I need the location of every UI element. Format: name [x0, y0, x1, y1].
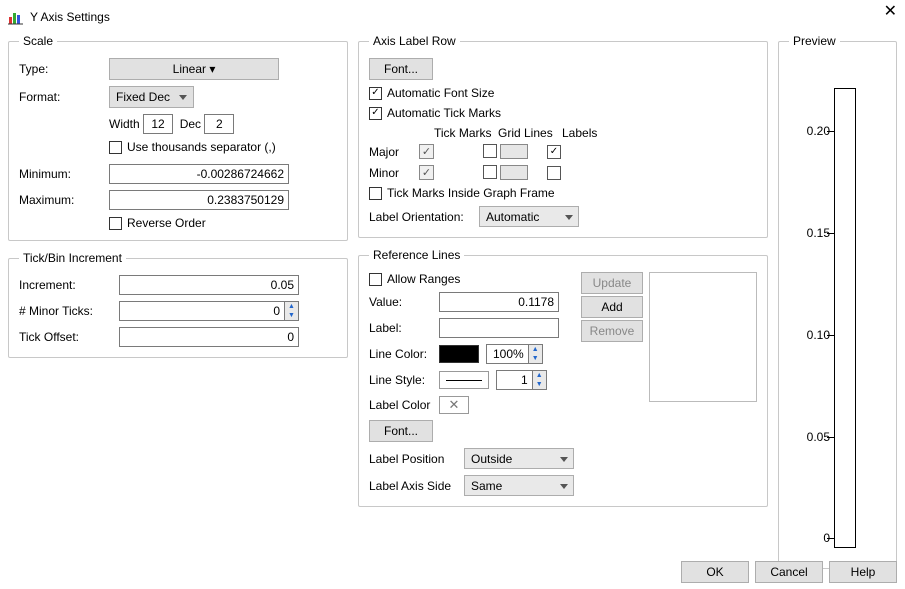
minor-grid-checkbox[interactable] [483, 165, 497, 179]
major-tick-checkbox: ✓ [419, 144, 434, 159]
increment-input[interactable] [119, 275, 299, 295]
minor-grid-style[interactable] [500, 165, 528, 180]
thousands-label: Use thousands separator (,) [127, 140, 276, 154]
help-button[interactable]: Help [829, 561, 897, 583]
minorticks-stepper[interactable]: ▲▼ [119, 301, 299, 321]
linestyle-swatch[interactable] [439, 371, 489, 389]
remove-button[interactable]: Remove [581, 320, 643, 342]
ref-font-button[interactable]: Font... [369, 420, 433, 442]
dec-label: Dec [180, 117, 201, 131]
minimum-input[interactable] [109, 164, 289, 184]
allowranges-label: Allow Ranges [387, 272, 460, 286]
minor-label: Minor [369, 166, 419, 180]
linewidth-stepper[interactable]: ▲▼ [496, 370, 547, 390]
format-label: Format: [19, 90, 109, 104]
axislabelrow-legend: Axis Label Row [369, 34, 460, 48]
tickbin-legend: Tick/Bin Increment [19, 251, 126, 265]
type-label: Type: [19, 62, 109, 76]
reflines-list[interactable] [649, 272, 757, 402]
preview-group: Preview 0.20 0.15 0.10 0.05 0 [778, 34, 897, 569]
dec-input[interactable] [204, 114, 234, 134]
window-title: Y Axis Settings [30, 10, 110, 24]
update-button[interactable]: Update [581, 272, 643, 294]
orientation-select[interactable]: Automatic [479, 206, 579, 227]
labelside-label: Label Axis Side [369, 479, 464, 493]
minor-tick-checkbox: ✓ [419, 165, 434, 180]
reverse-label: Reverse Order [127, 216, 206, 230]
format-select[interactable]: Fixed Dec [109, 86, 194, 108]
axis-font-button[interactable]: Font... [369, 58, 433, 80]
type-select[interactable]: Linear ▾ [109, 58, 279, 80]
linecolor-label: Line Color: [369, 347, 439, 361]
hdr-gridlines: Grid Lines [498, 126, 562, 140]
major-grid-style[interactable] [500, 144, 528, 159]
labelcolor-swatch[interactable]: ✕ [439, 396, 469, 414]
refvalue-input[interactable] [439, 292, 559, 312]
hdr-labels: Labels [562, 126, 612, 140]
labelcolor-label: Label Color [369, 398, 439, 412]
app-icon [8, 9, 24, 25]
scale-group: Scale Type: Linear ▾ Format: Fixed Dec W… [8, 34, 348, 241]
reverse-checkbox[interactable] [109, 217, 122, 230]
ok-button[interactable]: OK [681, 561, 749, 583]
minorticks-label: # Minor Ticks: [19, 304, 119, 318]
reflabel-label: Label: [369, 321, 439, 335]
width-input[interactable] [143, 114, 173, 134]
allowranges-checkbox[interactable] [369, 273, 382, 286]
inside-checkbox[interactable] [369, 187, 382, 200]
maximum-input[interactable] [109, 190, 289, 210]
labelpos-label: Label Position [369, 452, 464, 466]
labelpos-select[interactable]: Outside [464, 448, 574, 469]
close-icon[interactable]: ✕ [884, 4, 897, 20]
minimum-label: Minimum: [19, 167, 109, 181]
tickoffset-label: Tick Offset: [19, 330, 119, 344]
major-labels-checkbox[interactable]: ✓ [547, 145, 561, 159]
inside-label: Tick Marks Inside Graph Frame [387, 186, 555, 200]
reflabel-input[interactable] [439, 318, 559, 338]
preview-axis [834, 88, 856, 548]
axislabelrow-group: Axis Label Row Font... ✓ Automatic Font S… [358, 34, 768, 238]
reflines-legend: Reference Lines [369, 248, 464, 262]
hdr-tickmarks: Tick Marks [434, 126, 498, 140]
orientation-label: Label Orientation: [369, 210, 479, 224]
cancel-button[interactable]: Cancel [755, 561, 823, 583]
linecolor-swatch[interactable] [439, 345, 479, 363]
refvalue-label: Value: [369, 295, 439, 309]
add-button[interactable]: Add [581, 296, 643, 318]
scale-legend: Scale [19, 34, 57, 48]
autotick-checkbox[interactable]: ✓ [369, 107, 382, 120]
increment-label: Increment: [19, 278, 119, 292]
lineopacity-stepper[interactable]: ▲▼ [486, 344, 543, 364]
tickoffset-input[interactable] [119, 327, 299, 347]
linestyle-label: Line Style: [369, 373, 439, 387]
maximum-label: Maximum: [19, 193, 109, 207]
labelside-select[interactable]: Same [464, 475, 574, 496]
thousands-checkbox[interactable] [109, 141, 122, 154]
width-label: Width [109, 117, 140, 131]
reflines-group: Reference Lines Allow Ranges Value: Labe… [358, 248, 768, 507]
minor-labels-checkbox[interactable] [547, 166, 561, 180]
tickbin-group: Tick/Bin Increment Increment: # Minor Ti… [8, 251, 348, 358]
major-label: Major [369, 145, 419, 159]
autofont-checkbox[interactable]: ✓ [369, 87, 382, 100]
preview-legend: Preview [789, 34, 840, 48]
autofont-label: Automatic Font Size [387, 86, 494, 100]
autotick-label: Automatic Tick Marks [387, 106, 501, 120]
major-grid-checkbox[interactable] [483, 144, 497, 158]
